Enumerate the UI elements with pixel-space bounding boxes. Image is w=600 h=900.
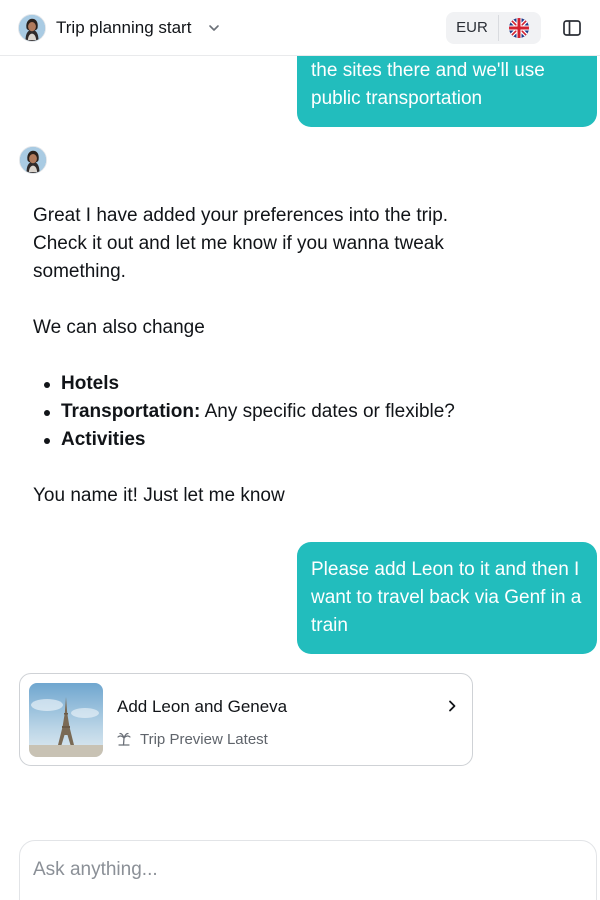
assistant-message: Great I have added your preferences into… (33, 202, 553, 510)
sidebar-toggle-icon[interactable] (561, 17, 583, 39)
message-paragraph: You name it! Just let me know (33, 485, 285, 506)
list-item: Transportation: Any specific dates or fl… (33, 398, 553, 426)
conversation-title[interactable]: Trip planning start (56, 17, 191, 39)
assistant-avatar[interactable] (18, 14, 46, 42)
currency-language-toggle: EUR (446, 12, 541, 44)
user-message-bubble: Please add Leon to it and then I want to… (297, 542, 597, 654)
divider (498, 15, 499, 41)
eiffel-tower-image (29, 683, 103, 757)
list-item-bold: Activities (61, 429, 146, 450)
message-paragraph: We can also change (33, 317, 205, 338)
list-item-text: Any specific dates or flexible? (200, 401, 455, 422)
assistant-avatar (19, 146, 47, 174)
palm-tree-icon (116, 731, 132, 747)
list-item: Hotels (33, 370, 553, 398)
list-item-bold: Hotels (61, 373, 120, 394)
chevron-down-icon[interactable] (206, 20, 222, 36)
card-title: Add Leon and Geneva (117, 697, 288, 716)
trip-preview-card[interactable]: Add Leon and Geneva Trip Preview Latest (19, 673, 473, 766)
chevron-right-icon[interactable] (445, 698, 459, 714)
currency-button[interactable]: EUR (446, 12, 498, 44)
card-subtitle: Trip Preview Latest (140, 731, 268, 748)
list-item: Activities (33, 426, 553, 454)
composer (19, 840, 597, 900)
message-paragraph: Great I have added your preferences into… (33, 205, 449, 282)
options-list: Hotels Transportation: Any specific date… (33, 370, 553, 454)
uk-flag-icon[interactable] (509, 18, 529, 38)
chat-input[interactable] (33, 855, 573, 885)
list-item-bold: Transportation: (61, 401, 201, 422)
top-bar: Trip planning start EUR (0, 0, 600, 56)
